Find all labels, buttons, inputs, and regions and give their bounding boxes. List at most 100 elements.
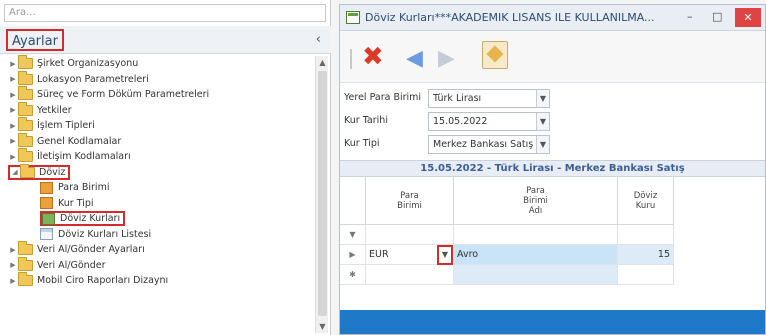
folder-icon <box>18 256 33 271</box>
folder-icon <box>18 148 33 162</box>
tree-item-label: İletişim Kodlamaları <box>37 151 131 162</box>
scroll-thumb[interactable] <box>318 71 327 316</box>
window-title: Döviz Kurları***AKADEMIK LISANS ILE KULL… <box>365 11 655 24</box>
tarih-label: Kur Tarihi <box>344 115 388 126</box>
folder-icon <box>18 86 33 100</box>
tree-item-label: Döviz <box>39 166 66 178</box>
tree-expand-arrow-icon[interactable]: ▶ <box>8 277 18 285</box>
tree-item[interactable]: Döviz Kurları <box>40 211 126 226</box>
new-row-cell[interactable] <box>366 265 454 285</box>
filter-cell[interactable] <box>454 225 618 245</box>
col-doviz-kuru[interactable]: Döviz Kuru <box>618 177 674 225</box>
tree-scrollbar[interactable]: ▲ ▼ <box>315 56 328 333</box>
collapse-chevron-icon[interactable]: ‹ <box>316 32 321 47</box>
cell-rate[interactable]: 15 <box>618 245 674 265</box>
wand-icon[interactable] <box>482 41 508 69</box>
toolbar-separator <box>350 49 352 69</box>
chevron-down-icon[interactable]: ▼ <box>536 113 549 130</box>
tree-expand-arrow-icon[interactable]: ▶ <box>8 137 18 145</box>
folder-icon <box>18 55 33 69</box>
tree-item[interactable]: ▶ Genel Kodlamalar <box>8 132 122 149</box>
tree-expand-arrow-icon[interactable]: ▶ <box>8 153 18 161</box>
tip-combo[interactable]: Merkez Bankası Satış ▼ <box>428 135 550 154</box>
tree-item-label: Para Birimi <box>58 182 110 193</box>
tree-item-label: Veri Al/Gönder <box>37 259 106 271</box>
form-row-tip: Kur Tipi Merkez Bankası Satış ▼ <box>340 135 765 154</box>
tree-item-label: İşlem Tipleri <box>37 120 95 131</box>
window-icon <box>346 11 360 24</box>
tree-expand-arrow-icon[interactable]: ▶ <box>8 246 18 254</box>
tree-item[interactable]: ▶ Veri Al/Gönder <box>8 256 106 273</box>
close-button[interactable]: ✕ <box>735 8 761 27</box>
tree-item[interactable]: ▶ Süreç ve Form Döküm Parametreleri <box>8 86 210 102</box>
form-row-tarih: Kur Tarihi 15.05.2022 ▼ <box>340 112 765 131</box>
tree-item-label: Genel Kodlamalar <box>37 135 122 147</box>
minimize-button[interactable]: – <box>687 10 693 23</box>
search-input[interactable]: Ara... <box>4 4 326 22</box>
tree-item[interactable]: Para Birimi <box>40 180 109 195</box>
tree-expand-arrow-icon[interactable]: ▶ <box>8 261 18 269</box>
grid-caption: 15.05.2022 - Türk Lirası - Merkez Bankas… <box>340 160 765 177</box>
arrow-right-icon[interactable]: ▶ <box>438 45 455 73</box>
table-icon <box>42 212 55 225</box>
tree-item[interactable]: ▶ İletişim Kodlamaları <box>8 148 131 164</box>
tree-item[interactable]: ▶ Mobil Ciro Raporları Dizaynı <box>8 272 168 288</box>
tree-item[interactable]: ▶ Yetkiler <box>8 101 72 118</box>
row-indicator-header <box>340 177 366 225</box>
settings-panel: Ara... Ayarlar ‹ ▶ Şirket Organizasyonu ▶ L… <box>0 0 331 335</box>
scroll-up-icon[interactable]: ▲ <box>316 56 329 69</box>
col-para-birimi[interactable]: Para Birimi <box>366 177 454 225</box>
settings-tree: ▶ Şirket Organizasyonu ▶ Lokasyon Parametre… <box>0 55 316 335</box>
tip-label: Kur Tipi <box>344 138 380 149</box>
filter-cell[interactable] <box>366 225 454 245</box>
tree-collapse-arrow-icon[interactable]: ◢ <box>10 168 20 176</box>
maximize-button[interactable]: □ <box>712 10 722 23</box>
tree-item[interactable]: Kur Tipi <box>40 196 94 211</box>
delete-x-icon[interactable]: ✖ <box>362 43 384 71</box>
tree-expand-arrow-icon[interactable]: ▶ <box>8 60 18 68</box>
tree-item-label: Kur Tipi <box>58 197 94 209</box>
new-row-cell[interactable] <box>454 265 618 285</box>
yerel-combo[interactable]: Türk Lirası ▼ <box>428 89 550 108</box>
tree-expand-arrow-icon[interactable]: ▶ <box>8 91 18 99</box>
tree-item[interactable]: ▶ Lokasyon Parametreleri <box>8 70 149 87</box>
tree-expand-arrow-icon[interactable]: ▶ <box>8 122 18 130</box>
form-row-yerel: Yerel Para Birimi Türk Lirası ▼ <box>340 89 765 108</box>
folder-icon <box>18 101 33 116</box>
tree-item-label: Döviz Kurları Listesi <box>58 228 152 240</box>
cell-name[interactable]: Avro <box>454 245 618 265</box>
col-para-birimi-adi[interactable]: Para Birimi Adı <box>454 177 618 225</box>
panel-title: Ayarlar <box>6 29 64 51</box>
filter-icon: ▼ <box>349 230 356 239</box>
filter-cell[interactable] <box>618 225 674 245</box>
status-bar <box>340 310 765 334</box>
folder-icon <box>18 70 33 85</box>
tree-item-label: Yetkiler <box>37 104 72 116</box>
tree-item[interactable]: Döviz Kurları Listesi <box>40 227 151 242</box>
tree-expand-arrow-icon[interactable]: ▶ <box>8 106 18 114</box>
chevron-down-icon[interactable]: ▼ <box>536 136 549 153</box>
arrow-left-icon[interactable]: ◀ <box>406 45 423 73</box>
new-row-indicator: ✱ <box>340 265 366 285</box>
tree-item-label: Döviz Kurları <box>60 213 121 224</box>
tree-item[interactable]: ▶ İşlem Tipleri <box>8 117 95 133</box>
code-dropdown-icon[interactable]: ▼ <box>437 245 453 265</box>
yerel-label: Yerel Para Birimi <box>344 92 422 103</box>
tree-item[interactable]: ◢ Döviz <box>8 163 71 180</box>
tree-item[interactable]: ▶ Şirket Organizasyonu <box>8 55 138 71</box>
tree-item-label: Veri Al/Gönder Ayarları <box>37 244 145 255</box>
tarih-combo[interactable]: 15.05.2022 ▼ <box>428 112 550 131</box>
row-indicator: ▶ <box>340 245 366 265</box>
folder-icon <box>18 241 33 255</box>
tree-item-label: Süreç ve Form Döküm Parametreleri <box>37 89 210 100</box>
folder-icon <box>20 163 35 178</box>
scroll-down-icon[interactable]: ▼ <box>316 320 329 333</box>
tree-expand-arrow-icon[interactable]: ▶ <box>8 75 18 83</box>
tree-item-label: Lokasyon Parametreleri <box>37 73 149 85</box>
window-titlebar: Döviz Kurları***AKADEMIK LISANS ILE KULL… <box>340 5 765 31</box>
new-row-cell[interactable] <box>618 265 674 285</box>
toolbar: ✖ ◀ ▶ <box>340 31 765 83</box>
chevron-down-icon[interactable]: ▼ <box>536 90 549 107</box>
filter-row-indicator: ▼ <box>340 225 366 245</box>
tree-item[interactable]: ▶ Veri Al/Gönder Ayarları <box>8 241 145 257</box>
